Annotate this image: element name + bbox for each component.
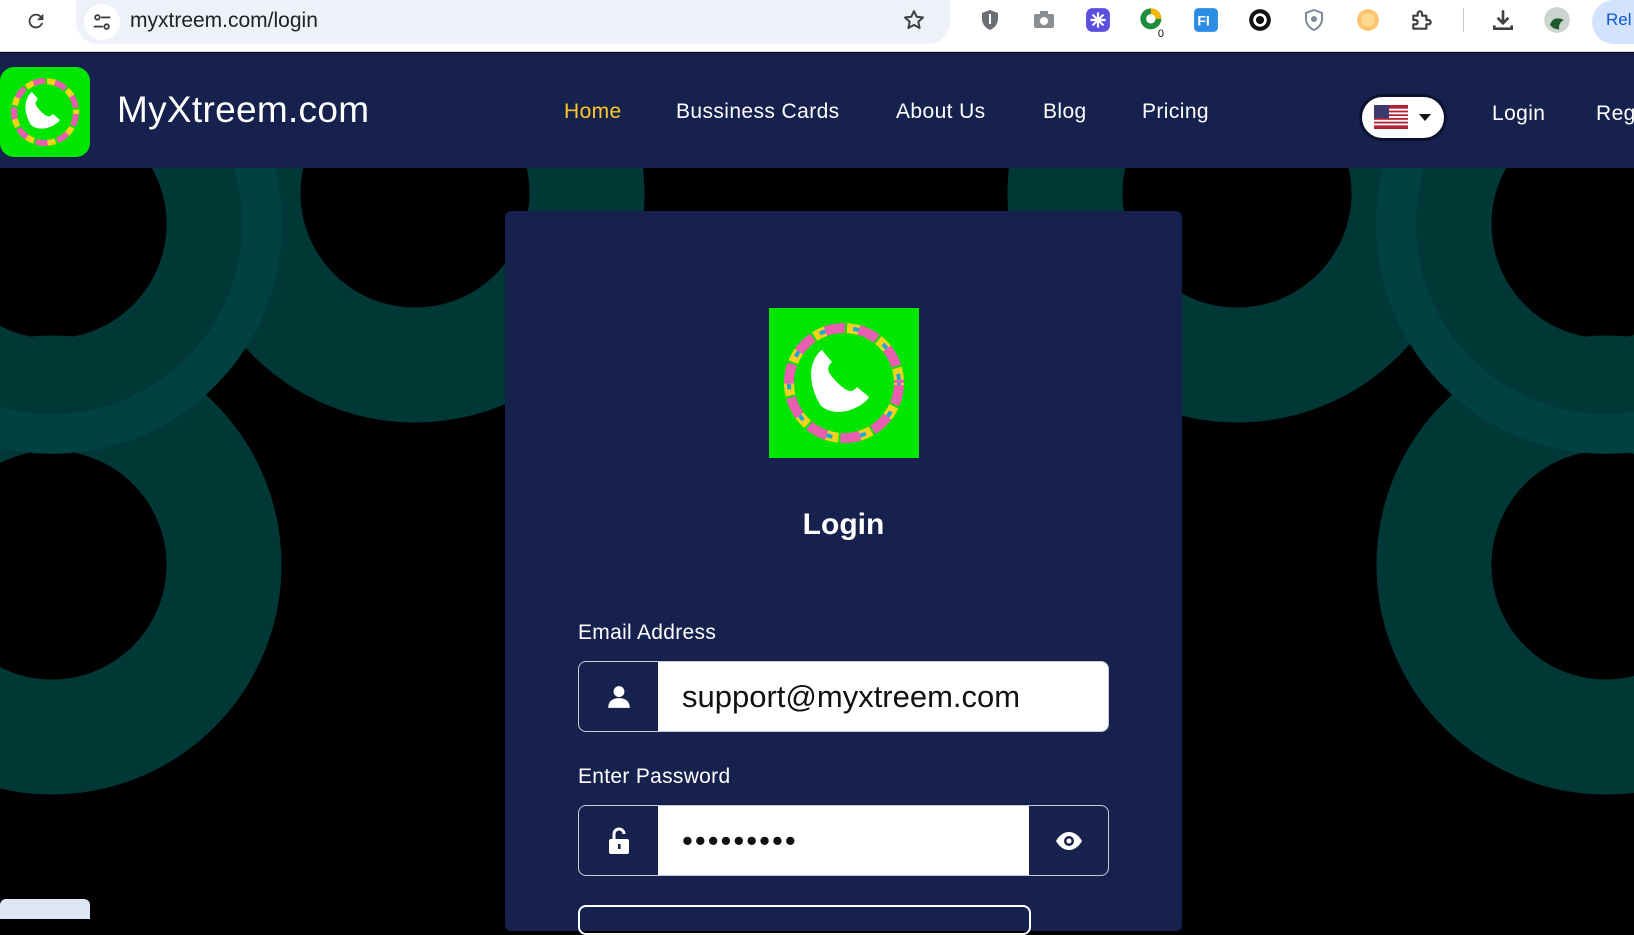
us-flag-icon: [1374, 105, 1408, 129]
user-icon: [579, 662, 658, 731]
email-input-group: [578, 661, 1109, 732]
email-field[interactable]: [658, 662, 1108, 731]
browser-toolbar: myxtreem.com/login 0 FI Rel: [0, 0, 1634, 52]
login-title: Login: [802, 508, 885, 541]
eye-icon[interactable]: [1029, 806, 1108, 875]
profile-avatar-icon[interactable]: [1541, 4, 1573, 36]
login-submit-button[interactable]: [578, 905, 1031, 935]
vpn-extension-icon[interactable]: [1298, 4, 1330, 36]
link-extension-icon[interactable]: [1244, 4, 1276, 36]
brand-logo-icon[interactable]: [0, 67, 90, 157]
toolbar-divider: [1463, 8, 1464, 32]
bookmark-star-icon[interactable]: [900, 6, 928, 34]
nav-link-business-cards[interactable]: Bussiness Cards: [676, 100, 840, 124]
extensions-puzzle-icon[interactable]: [1406, 4, 1438, 36]
shield-extension-icon[interactable]: [974, 4, 1006, 36]
chevron-down-icon: [1419, 114, 1431, 121]
site-settings-icon[interactable]: [84, 4, 120, 40]
nav-link-about-us[interactable]: About Us: [896, 100, 986, 124]
fi-extension-icon[interactable]: FI: [1190, 4, 1222, 36]
nav-link-blog[interactable]: Blog: [1043, 100, 1087, 124]
bottom-left-widget[interactable]: [0, 899, 90, 919]
chart-extension-icon[interactable]: 0: [1136, 4, 1168, 40]
password-label: Enter Password: [578, 765, 731, 788]
reload-icon[interactable]: [22, 7, 50, 35]
download-icon[interactable]: [1487, 4, 1519, 36]
nav-link-pricing[interactable]: Pricing: [1142, 100, 1209, 124]
password-input-group: [578, 805, 1109, 876]
brand-name[interactable]: MyXtreem.com: [117, 89, 369, 131]
site-navbar: MyXtreem.com Home Bussiness Cards About …: [0, 53, 1634, 168]
address-bar[interactable]: myxtreem.com/login: [76, 0, 950, 44]
snowflake-extension-icon[interactable]: [1082, 4, 1114, 36]
orange-extension-icon[interactable]: [1352, 4, 1384, 36]
nav-login-link[interactable]: Login: [1492, 102, 1545, 126]
language-dropdown[interactable]: [1362, 97, 1444, 138]
extension-badge: 0: [1155, 28, 1166, 40]
relaunch-button[interactable]: Rel: [1592, 0, 1634, 44]
unlock-icon: [579, 806, 658, 875]
nav-register-link[interactable]: Reg: [1596, 102, 1634, 126]
email-label: Email Address: [578, 621, 717, 644]
app-logo-icon: [769, 308, 919, 458]
nav-link-home[interactable]: Home: [564, 100, 622, 124]
url-text[interactable]: myxtreem.com/login: [130, 9, 318, 33]
login-card: Login Email Address Enter Password: [505, 211, 1182, 935]
camera-extension-icon[interactable]: [1028, 4, 1060, 36]
password-field[interactable]: [658, 806, 1031, 875]
svg-text:FI: FI: [1197, 12, 1210, 28]
